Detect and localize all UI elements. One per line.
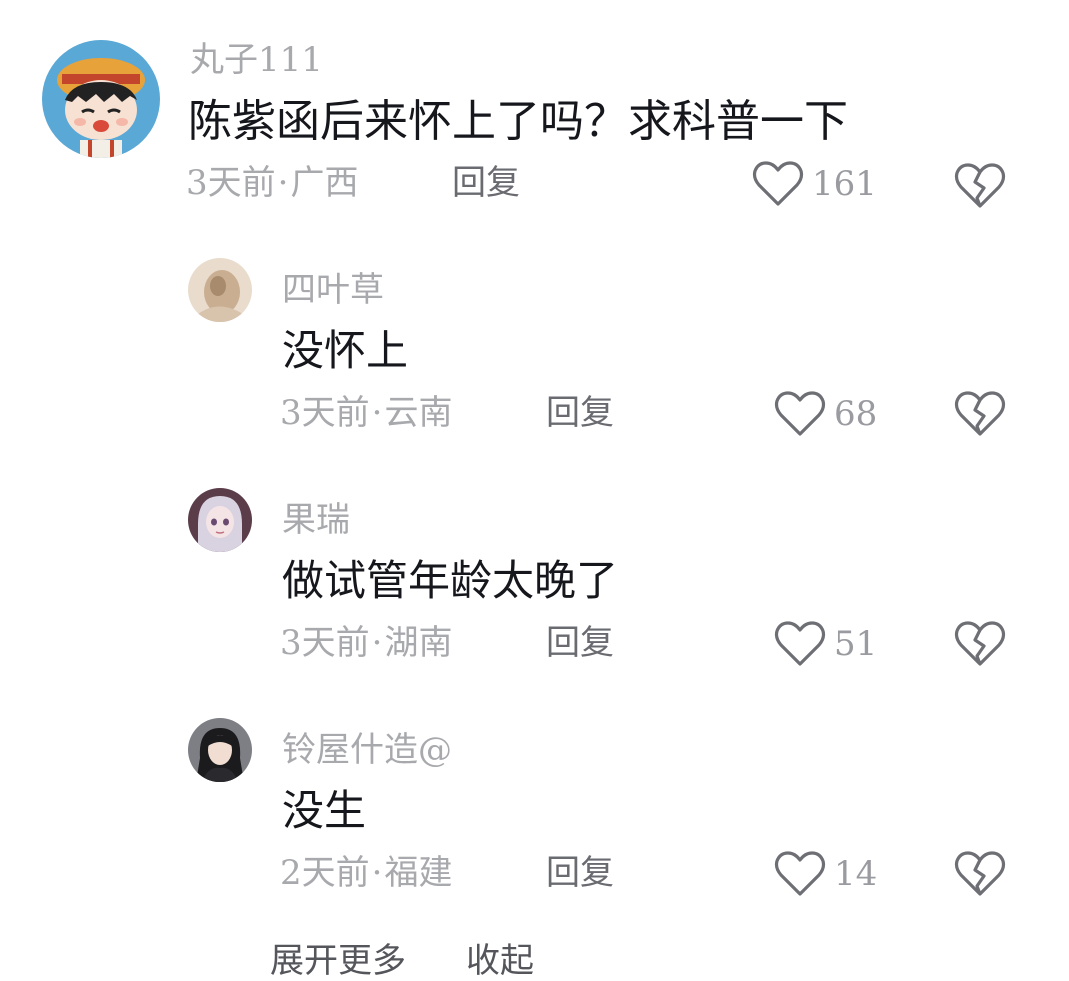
avatar-maruko-icon (42, 40, 160, 158)
separator: · (371, 623, 383, 663)
like-button[interactable]: 51 (774, 620, 877, 668)
avatar[interactable] (188, 488, 252, 552)
collapse-button[interactable]: 收起 (466, 941, 534, 981)
comment-time: 3天前 (280, 623, 370, 663)
like-count: 14 (834, 854, 878, 894)
dislike-button[interactable] (954, 390, 1006, 442)
replies-footer: 展开更多 收起 (270, 944, 594, 978)
reply-button[interactable]: 回复 (546, 856, 614, 890)
separator: · (371, 853, 383, 893)
dislike-button[interactable] (954, 162, 1006, 214)
avatar-photo-icon (188, 258, 252, 322)
reply-button[interactable]: 回复 (452, 166, 520, 200)
dislike-button[interactable] (954, 620, 1006, 672)
like-button[interactable]: 161 (752, 160, 877, 208)
avatar-photo-icon (188, 718, 252, 782)
broken-heart-icon (954, 851, 1006, 896)
dislike-button[interactable] (954, 850, 1006, 902)
comment-text: 没怀上 (282, 326, 409, 375)
like-button[interactable]: 68 (774, 390, 877, 438)
expand-more-button[interactable]: 展开更多 (270, 941, 406, 981)
broken-heart-icon (954, 391, 1006, 436)
comment-text: 陈紫函后来怀上了吗？求科普一下 (188, 96, 848, 147)
username[interactable]: 丸子111 (190, 43, 323, 77)
broken-heart-icon (954, 163, 1006, 208)
separator: · (371, 393, 383, 433)
reply-button[interactable]: 回复 (546, 626, 614, 660)
like-count: 51 (834, 624, 878, 664)
comment-time: 2天前 (280, 853, 370, 893)
comment-location: 云南 (384, 393, 453, 433)
avatar[interactable] (188, 718, 252, 782)
comment-meta: 3天前·广西 (186, 166, 358, 200)
comment-location: 湖南 (384, 623, 453, 663)
like-count: 161 (812, 164, 877, 204)
username[interactable]: 四叶草 (282, 273, 384, 307)
heart-outline-icon (774, 391, 826, 436)
heart-outline-icon (774, 851, 826, 896)
avatar[interactable] (42, 40, 160, 158)
comment-meta: 3天前·云南 (280, 396, 452, 430)
avatar-character-icon (188, 488, 252, 552)
comment-text: 没生 (282, 786, 367, 835)
comment-time: 3天前 (186, 163, 276, 203)
reply-button[interactable]: 回复 (546, 396, 614, 430)
heart-outline-icon (774, 621, 826, 666)
avatar[interactable] (188, 258, 252, 322)
username[interactable]: 果瑞 (282, 503, 350, 537)
comment-location: 广西 (290, 163, 359, 203)
separator: · (277, 163, 289, 203)
username[interactable]: 铃屋什造@ (282, 733, 452, 767)
comment-time: 3天前 (280, 393, 370, 433)
like-button[interactable]: 14 (774, 850, 877, 898)
comment-item: 丸子111 陈紫函后来怀上了吗？求科普一下 3天前·广西 回复 161 (0, 0, 1069, 230)
comment-location: 福建 (384, 853, 453, 893)
like-count: 68 (834, 394, 878, 434)
broken-heart-icon (954, 621, 1006, 666)
heart-outline-icon (752, 161, 804, 206)
comment-meta: 3天前·湖南 (280, 626, 452, 660)
comment-meta: 2天前·福建 (280, 856, 452, 890)
comment-text: 做试管年龄太晚了 (282, 556, 619, 605)
